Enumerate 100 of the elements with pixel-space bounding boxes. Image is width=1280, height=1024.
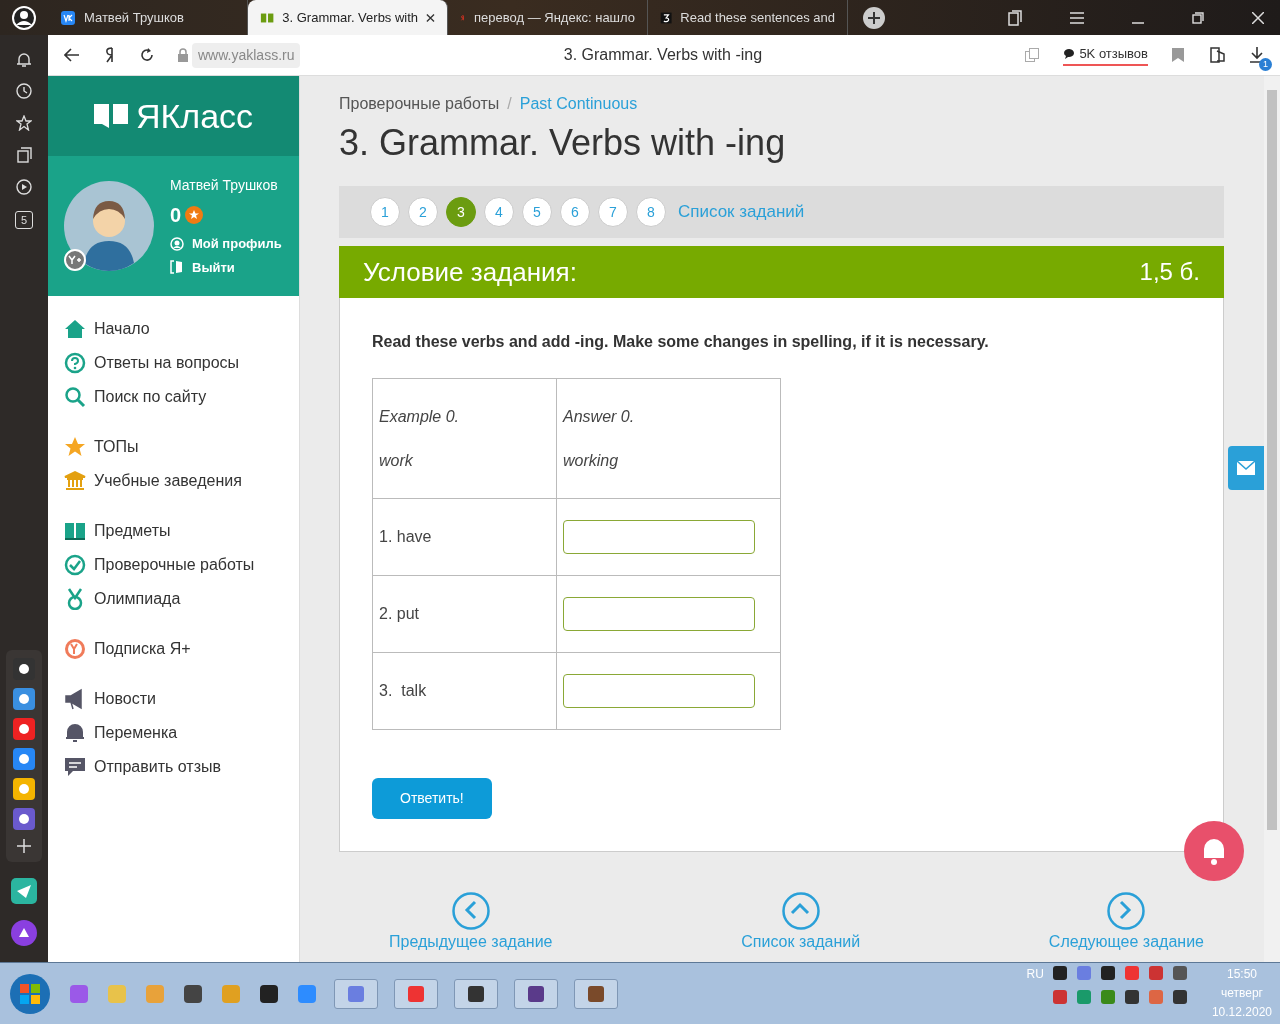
submit-button[interactable]: Ответить!: [372, 778, 492, 819]
menu-item[interactable]: Олимпиада: [64, 582, 299, 616]
menu-item[interactable]: Переменка: [64, 716, 299, 750]
app-icon: [526, 983, 546, 1004]
user-link[interactable]: Выйти: [170, 257, 282, 277]
tray-icon[interactable]: [1051, 965, 1068, 981]
table-cell-text: Example 0.: [379, 406, 461, 427]
back-icon[interactable]: [64, 48, 80, 62]
user-name[interactable]: Матвей Трушков: [170, 175, 282, 196]
video-icon[interactable]: [13, 718, 35, 740]
page-number[interactable]: 8: [636, 197, 666, 227]
menu-item[interactable]: Учебные заведения: [64, 464, 299, 498]
menu-item[interactable]: Ответы на вопросы: [64, 346, 299, 380]
breadcrumb-separator: /: [507, 94, 512, 114]
menu-item[interactable]: Начало: [64, 312, 299, 346]
page-number[interactable]: 3: [446, 197, 476, 227]
taskbar-button[interactable]: [514, 978, 558, 1009]
shield-icon[interactable]: [1208, 46, 1226, 64]
answer-field[interactable]: [563, 520, 755, 554]
mail-tab[interactable]: [1228, 446, 1264, 490]
instruction-text: Read these verbs and add -ing. Make some changes in spelling, if it is necessary.: [372, 332, 989, 352]
nav-link[interactable]: Список заданий: [741, 930, 861, 954]
table-cell-text: working: [563, 450, 620, 471]
tab-count-button[interactable]: 5: [15, 211, 33, 229]
envelope-icon: [1237, 461, 1255, 475]
app-icon[interactable]: [258, 982, 280, 1005]
question-icon: [64, 352, 86, 374]
taskbar-button[interactable]: [454, 978, 498, 1009]
reload-icon[interactable]: [140, 48, 154, 62]
notification-button[interactable]: [1184, 821, 1244, 881]
table-cell-text: work: [379, 450, 414, 471]
restore-icon[interactable]: [1192, 11, 1204, 24]
answer-field[interactable]: [563, 674, 755, 708]
points-count: 0: [170, 203, 182, 228]
app-icon: [586, 983, 606, 1004]
nav-link[interactable]: Предыдущее задание: [389, 930, 553, 954]
browser-tab[interactable]: 3. Grammar. Verbs with: [248, 0, 448, 35]
app-icon[interactable]: [11, 878, 37, 904]
star-icon: [64, 436, 86, 458]
language-indicator[interactable]: RU: [1026, 965, 1044, 983]
star-icon[interactable]: [16, 115, 32, 131]
clock-icon[interactable]: [16, 83, 32, 99]
menu-item[interactable]: Новости: [64, 682, 299, 716]
tabs-icon[interactable]: [1008, 9, 1022, 26]
menu-item[interactable]: ТОПы: [64, 430, 299, 464]
menu-item[interactable]: Предметы: [64, 514, 299, 548]
bell-icon[interactable]: [16, 51, 32, 67]
breadcrumb-item: Проверочные работы: [339, 94, 500, 114]
tray-icon[interactable]: [1099, 965, 1116, 981]
reviews-button[interactable]: 5K отзывов: [1063, 44, 1148, 66]
menu-icon[interactable]: [1070, 11, 1084, 24]
page-number[interactable]: 7: [598, 197, 628, 227]
tray-icon[interactable]: [1123, 989, 1140, 1005]
start-icon[interactable]: [8, 971, 52, 1016]
count-badge: 1: [1259, 58, 1272, 71]
app-icon[interactable]: [13, 808, 35, 830]
site-icon: [60, 9, 76, 26]
collection-icon[interactable]: [16, 147, 32, 163]
play-icon[interactable]: [16, 179, 32, 195]
chat-icon: [64, 756, 86, 778]
download-icon[interactable]: [1250, 47, 1264, 63]
user-link[interactable]: Мой профиль: [170, 234, 282, 254]
task-list-link[interactable]: Список заданий: [678, 199, 805, 225]
search-icon: [64, 386, 86, 408]
page-number[interactable]: 5: [522, 197, 552, 227]
page-title: 3. Grammar. Verbs with -ing: [563, 46, 763, 63]
close-icon[interactable]: [426, 12, 435, 23]
speech-bubble-icon: [1063, 48, 1076, 60]
page-number[interactable]: 2: [408, 197, 438, 227]
book-icon: [93, 102, 128, 130]
answer-field[interactable]: [563, 597, 755, 631]
table-cell: 2. put: [372, 575, 557, 653]
add-icon[interactable]: [16, 838, 32, 854]
url-field[interactable]: www.yaklass.ru: [192, 42, 301, 68]
app-icon[interactable]: [13, 748, 35, 770]
page-number[interactable]: 4: [484, 197, 514, 227]
clock[interactable]: 15:50 четверг 10.12.2020: [1211, 965, 1272, 1022]
app-icon[interactable]: [182, 982, 204, 1005]
page-heading: 3. Grammar. Verbs with -ing: [339, 121, 787, 165]
nav-link[interactable]: Следующее задание: [1048, 930, 1204, 954]
page-number[interactable]: 1: [370, 197, 400, 227]
menu-item[interactable]: Проверочные работы: [64, 548, 299, 582]
menu-item[interactable]: Поиск по сайту: [64, 380, 299, 414]
app-icon[interactable]: [13, 658, 35, 680]
tray-icon[interactable]: [1171, 989, 1188, 1005]
menu-item[interactable]: Отправить отзыв: [64, 750, 299, 784]
taskbar-button[interactable]: [574, 978, 618, 1009]
yandex-icon[interactable]: [104, 47, 116, 63]
page-number[interactable]: 6: [560, 197, 590, 227]
home-icon: [64, 318, 86, 340]
breadcrumb-link[interactable]: Past Continuous: [519, 92, 638, 116]
app-icon: [406, 983, 426, 1004]
mail-icon[interactable]: [13, 778, 35, 800]
scrollbar[interactable]: [1264, 76, 1280, 962]
bookmark-icon[interactable]: [1172, 48, 1184, 62]
tray-icon[interactable]: [1171, 965, 1188, 981]
assistant-icon[interactable]: [11, 920, 37, 946]
menu-item[interactable]: Подписка Я+: [64, 632, 299, 666]
add-tab-icon[interactable]: [862, 5, 886, 30]
app-icon[interactable]: [13, 688, 35, 710]
